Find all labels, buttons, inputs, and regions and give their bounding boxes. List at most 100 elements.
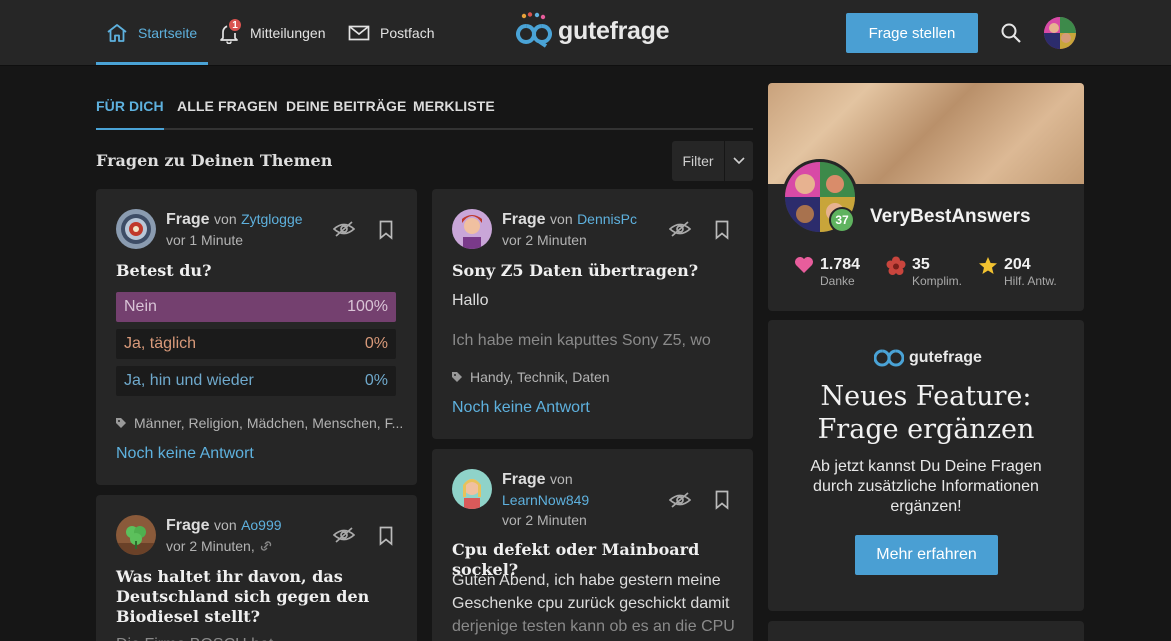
user-avatar[interactable] [1044, 17, 1076, 49]
question-time-text: vor 2 Minuten, [166, 538, 255, 554]
flower-icon [886, 256, 906, 275]
question-author-link[interactable]: DennisPc [577, 211, 637, 227]
question-author-link[interactable]: Zytglogge [241, 211, 302, 227]
tab-your-posts[interactable]: DEINE BEITRÄGE [286, 98, 406, 114]
ask-question-button[interactable]: Frage stellen [846, 13, 978, 53]
logo-text: gutefrage [558, 16, 670, 45]
question-header: Frage von DennisPc [502, 211, 637, 229]
bookmark-icon[interactable] [379, 526, 393, 551]
tab-watchlist[interactable]: MERKLISTE [413, 98, 495, 114]
hide-eye-icon[interactable] [668, 491, 692, 514]
question-tags[interactable]: Handy, Technik, Daten [452, 369, 610, 385]
bookmark-icon[interactable] [379, 220, 393, 245]
poll-option-percent: 0% [364, 372, 388, 389]
feature-promo-card: gutefrage Neues Feature: Frage ergänzen … [768, 320, 1084, 611]
question-type: Frage [166, 517, 210, 534]
hide-eye-icon[interactable] [668, 220, 692, 243]
answer-status-link[interactable]: Noch keine Antwort [116, 445, 254, 463]
profile-name[interactable]: VeryBestAnswers [870, 206, 1031, 228]
question-author-avatar[interactable] [452, 469, 492, 509]
question-title[interactable]: Was haltet ihr davon, das Deutschland si… [116, 567, 376, 627]
question-card[interactable]: Frage von Zytglogge vor 1 Minute Betest … [96, 189, 417, 485]
feed-tabs: FÜR DICH ALLE FRAGEN DEINE BEITRÄGE MERK… [96, 92, 753, 130]
nav-notifications[interactable]: 1 Mitteilungen [218, 0, 326, 65]
feature-title: Neues Feature: Frage ergänzen [768, 380, 1084, 446]
search-button[interactable] [1000, 22, 1022, 49]
question-title[interactable]: Betest du? [116, 261, 211, 281]
von-label: von [214, 517, 237, 533]
stat-compliments: 35 Komplim. [886, 256, 962, 288]
profile-card: 37 VeryBestAnswers 1.784 Danke 35 Komplim.… [768, 83, 1084, 311]
top-navigation-bar: Startseite 1 Mitteilungen Postfach gutef… [0, 0, 1171, 66]
tag-icon [452, 372, 462, 382]
question-body: Hallo [452, 292, 489, 309]
question-tags[interactable]: Männer, Religion, Mädchen, Menschen, F..… [116, 415, 403, 431]
tab-for-you[interactable]: FÜR DICH [96, 98, 164, 130]
question-card[interactable]: Frage von Ao999 vor 2 Minuten, Was halte… [96, 495, 417, 641]
question-time: vor 2 Minuten [502, 232, 587, 248]
question-time: vor 1 Minute [166, 232, 244, 248]
stat-helpful-answers: 204 Hilf. Antw. [978, 256, 1057, 288]
question-time: vor 2 Minuten, [166, 538, 273, 554]
logo-icon [874, 349, 904, 367]
learn-more-button[interactable]: Mehr erfahren [855, 535, 998, 575]
poll-option[interactable]: Ja, täglich 0% [116, 329, 396, 359]
question-card[interactable]: Frage von LearnNow849 vor 2 Minuten Cpu … [432, 449, 753, 641]
question-title[interactable]: Sony Z5 Daten übertragen? [452, 261, 698, 281]
star-icon [979, 257, 997, 274]
gutefrage-logo[interactable]: gutefrage [516, 12, 670, 50]
tab-all-questions[interactable]: ALLE FRAGEN [177, 98, 278, 114]
question-header: Frage von Ao999 [166, 517, 282, 535]
answer-status-link[interactable]: Noch keine Antwort [452, 399, 590, 417]
question-time: vor 2 Minuten [502, 512, 587, 528]
question-body-preview: Die Firma BOSCH hat ... [116, 633, 291, 641]
question-author-link[interactable]: LearnNow849 [502, 492, 589, 508]
nav-home[interactable]: Startseite [96, 0, 208, 65]
section-title: Fragen zu Deinen Themen [96, 151, 333, 170]
link-icon [260, 541, 271, 551]
tags-text: Handy, Technik, Daten [470, 369, 610, 385]
stat-label: Komplim. [912, 274, 963, 288]
question-author-avatar[interactable] [452, 209, 492, 249]
stat-thanks: 1.784 Danke [794, 256, 860, 288]
filter-dropdown[interactable]: Filter [672, 141, 753, 181]
feature-logo-text: gutefrage [909, 349, 982, 366]
question-type: Frage [502, 471, 546, 488]
question-type: Frage [502, 211, 546, 228]
heart-icon [795, 257, 813, 273]
stat-value: 35 [912, 256, 930, 273]
question-author-avatar[interactable] [116, 209, 156, 249]
level-badge: 37 [829, 207, 855, 233]
question-body-line: Guten Abend, ich habe gestern meine [452, 572, 721, 589]
tag-icon [116, 418, 126, 428]
mail-icon [348, 25, 370, 40]
stat-value: 204 [1004, 256, 1031, 273]
poll-option[interactable]: Ja, hin und wieder 0% [116, 366, 396, 396]
hide-eye-icon[interactable] [332, 220, 356, 243]
avatar-image [1044, 17, 1076, 49]
nav-inbox-label: Postfach [380, 24, 435, 41]
poll-option-label: Ja, täglich [124, 335, 197, 352]
feature-logo: gutefrage [874, 348, 982, 368]
chevron-down-icon [725, 157, 753, 165]
poll-option[interactable]: Nein 100% [116, 292, 396, 322]
poll-option-percent: 100% [347, 298, 388, 315]
nav-inbox[interactable]: Postfach [348, 0, 434, 65]
bookmark-icon[interactable] [715, 220, 729, 245]
question-card[interactable]: Frage von DennisPc vor 2 Minuten Sony Z5… [432, 189, 753, 439]
nav-home-label: Startseite [138, 24, 198, 41]
stat-label: Danke [820, 274, 855, 288]
search-icon [1001, 23, 1021, 43]
question-type: Frage [166, 211, 210, 228]
stat-label: Hilf. Antw. [1004, 274, 1057, 288]
question-author-link[interactable]: Ao999 [241, 517, 281, 533]
nav-notifications-label: Mitteilungen [250, 24, 326, 41]
question-body-line: Geschenke cpu zurück geschickt damit [452, 595, 730, 612]
filter-label: Filter [682, 153, 714, 169]
bookmark-icon[interactable] [715, 490, 729, 515]
question-body-line: derjenige testen kann ob es an die CPU [452, 618, 735, 635]
hide-eye-icon[interactable] [332, 526, 356, 549]
stat-value: 1.784 [820, 256, 861, 273]
question-author-avatar[interactable] [116, 515, 156, 555]
poll-option-label: Nein [124, 298, 157, 315]
